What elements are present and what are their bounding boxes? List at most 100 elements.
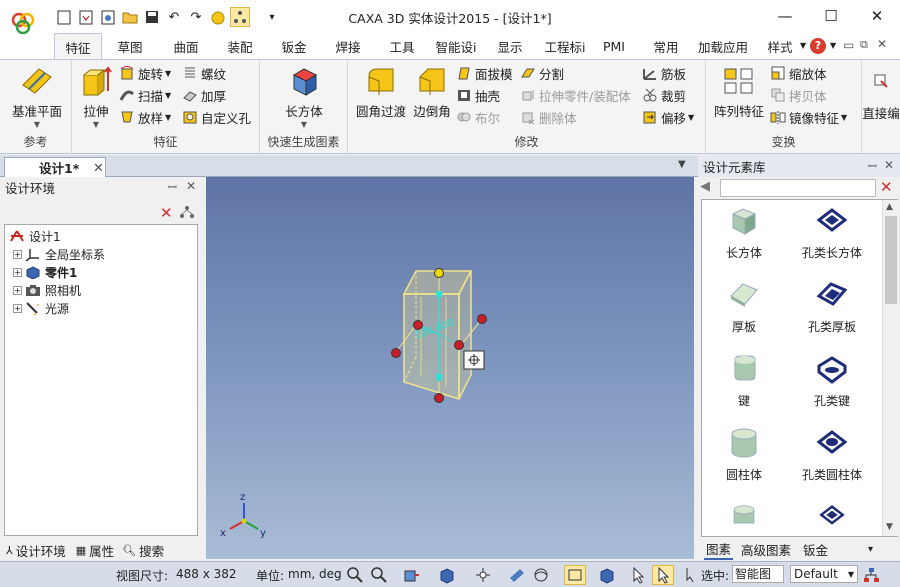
- split-button[interactable]: 分割: [520, 63, 564, 83]
- delete-body-button[interactable]: 删除体: [520, 107, 577, 127]
- draft-button[interactable]: 面拔模: [456, 63, 513, 83]
- expand-icon[interactable]: +: [13, 249, 22, 259]
- panel-close-icon[interactable]: ✕: [186, 179, 196, 193]
- tab-weld[interactable]: 焊接: [326, 34, 370, 59]
- library-item-hole-box[interactable]: 孔类长方体: [782, 204, 882, 261]
- tree-item-global-coords[interactable]: + 全局坐标系: [13, 245, 105, 263]
- tree-item-part1[interactable]: + 零件1: [13, 263, 77, 281]
- library-back-icon[interactable]: ◀: [700, 179, 718, 197]
- style-dropdown[interactable]: Default ▼: [790, 565, 858, 583]
- document-tab[interactable]: 设计1* ✕: [4, 157, 106, 177]
- offset-button[interactable]: 偏移 ▼: [642, 107, 694, 127]
- extrude-part-button[interactable]: 拉伸零件/装配体: [520, 85, 631, 105]
- copy-body-button[interactable]: 拷贝体: [770, 85, 827, 105]
- library-item-plate[interactable]: 厚板: [704, 278, 784, 335]
- library-item-next[interactable]: [704, 500, 784, 534]
- library-item-hole-plate[interactable]: 孔类厚板: [782, 278, 882, 335]
- sweep-button[interactable]: 扫描 ▼: [119, 85, 171, 105]
- shell-button[interactable]: 抽壳: [456, 85, 500, 105]
- tree-item-light[interactable]: + 光源: [13, 299, 69, 317]
- anchor-widget-icon[interactable]: [463, 350, 485, 370]
- fillet-button[interactable]: 圆角过渡: [354, 63, 408, 120]
- pattern-button[interactable]: 阵列特征: [710, 63, 768, 120]
- document-tab-close-icon[interactable]: ✕: [93, 160, 103, 175]
- boolean-button[interactable]: 布尔: [456, 107, 500, 127]
- tree-item-design[interactable]: 设计1: [9, 227, 61, 245]
- mirror-feature-button[interactable]: 镜像特征 ▼: [770, 107, 847, 127]
- tab-advanced-primitives[interactable]: 高级图素: [741, 540, 791, 559]
- standard-view-icon[interactable]: [438, 566, 456, 584]
- library-scrollbar[interactable]: ▲ ▼: [882, 200, 898, 536]
- library-close-icon[interactable]: ✕: [884, 158, 894, 172]
- doc-minimize-icon[interactable]: ▭: [843, 38, 854, 52]
- close-button[interactable]: ✕: [854, 4, 900, 28]
- document-list-dropdown-icon[interactable]: ▼: [678, 159, 686, 170]
- shaded-mode-icon[interactable]: [598, 566, 616, 584]
- tab-assembly[interactable]: 装配: [218, 34, 262, 59]
- tab-display[interactable]: 显示: [488, 34, 532, 59]
- loft-button[interactable]: 放样 ▼: [119, 107, 171, 127]
- tab-search[interactable]: 🔍︎ 搜索: [122, 541, 164, 560]
- doc-restore-icon[interactable]: ⧉: [860, 38, 868, 52]
- zoom-area-icon[interactable]: [370, 566, 388, 584]
- datum-plane-button[interactable]: 基准平面 ▼: [6, 63, 68, 129]
- tab-engineering[interactable]: 工程标i: [538, 34, 592, 59]
- tab-common[interactable]: 常用: [646, 34, 686, 59]
- select-filter-dropdown[interactable]: 智能图: [732, 565, 784, 583]
- tree-options-icon[interactable]: [178, 204, 196, 221]
- library-item-next-hole[interactable]: [782, 500, 882, 534]
- library-item-box[interactable]: 长方体: [704, 204, 784, 261]
- library-more-icon[interactable]: ▾: [868, 544, 873, 555]
- tab-sketch[interactable]: 草图: [108, 34, 152, 59]
- pin-icon[interactable]: ꟷ: [168, 180, 177, 195]
- pan-icon[interactable]: [474, 566, 492, 584]
- scroll-up-icon[interactable]: ▲: [886, 202, 893, 212]
- maximize-button[interactable]: ☐: [808, 4, 854, 28]
- library-item-cylinder[interactable]: 圆柱体: [704, 426, 784, 483]
- tree-view-icon[interactable]: [862, 566, 880, 584]
- select-tool-icon[interactable]: [652, 565, 674, 585]
- scroll-down-icon[interactable]: ▼: [886, 522, 893, 532]
- style-menu[interactable]: 样式: [760, 34, 800, 59]
- thicken-button[interactable]: 加厚: [182, 85, 226, 105]
- tab-sheet-metal[interactable]: 钣金: [272, 34, 316, 59]
- tab-smart-design[interactable]: 智能设i: [430, 34, 482, 59]
- zoom-icon[interactable]: [346, 566, 364, 584]
- custom-hole-button[interactable]: 自定义孔: [182, 107, 251, 127]
- view-orient-icon[interactable]: [402, 566, 420, 584]
- tab-properties[interactable]: ▦ 属性: [76, 541, 114, 560]
- pointer-mode-icon[interactable]: [630, 566, 648, 584]
- box-button[interactable]: 长方体 ▼: [274, 63, 334, 129]
- expand-icon[interactable]: +: [13, 285, 22, 295]
- scale-body-button[interactable]: 缩放体: [770, 63, 827, 83]
- library-item-hole-key[interactable]: 孔类键: [782, 352, 882, 409]
- tab-feature[interactable]: 特征: [54, 33, 102, 60]
- library-item-hole-cylinder[interactable]: 孔类圆柱体: [782, 426, 882, 483]
- tree-item-camera[interactable]: + 照相机: [13, 281, 81, 299]
- tab-pmi[interactable]: PMI: [596, 34, 632, 59]
- extrude-button[interactable]: 拉伸 ▼: [76, 63, 116, 129]
- expand-icon[interactable]: +: [13, 303, 22, 313]
- revolve-button[interactable]: 旋转 ▼: [119, 63, 171, 83]
- library-path-field[interactable]: [720, 179, 876, 197]
- tab-tools[interactable]: 工具: [380, 34, 424, 59]
- direct-edit-button[interactable]: 直接编: [862, 63, 900, 122]
- tab-addins[interactable]: 加载应用: [694, 34, 752, 59]
- library-pin-icon[interactable]: ꟷ: [868, 159, 877, 174]
- trim-button[interactable]: 裁剪: [642, 85, 686, 105]
- wireframe-mode-icon[interactable]: [564, 565, 586, 585]
- rib-button[interactable]: 筋板: [642, 63, 686, 83]
- thread-button[interactable]: 螺纹: [182, 63, 226, 83]
- library-item-key[interactable]: 键: [704, 352, 784, 409]
- orbit-icon[interactable]: [532, 566, 550, 584]
- tab-surface[interactable]: 曲面: [164, 34, 208, 59]
- expand-icon[interactable]: +: [13, 267, 22, 277]
- cursor-icon[interactable]: [682, 566, 700, 584]
- tab-design-env[interactable]: ⅄ 设计环境: [6, 541, 66, 560]
- doc-close-icon[interactable]: ✕: [877, 37, 887, 51]
- tab-sheet-metal-lib[interactable]: 钣金: [803, 540, 828, 559]
- 3d-viewport[interactable]: 100.000 z y x: [206, 177, 694, 559]
- chamfer-button[interactable]: 边倒角: [410, 63, 454, 120]
- help-dropdown-icon[interactable]: ▼: [830, 41, 836, 50]
- library-clear-icon[interactable]: ✕: [880, 178, 893, 196]
